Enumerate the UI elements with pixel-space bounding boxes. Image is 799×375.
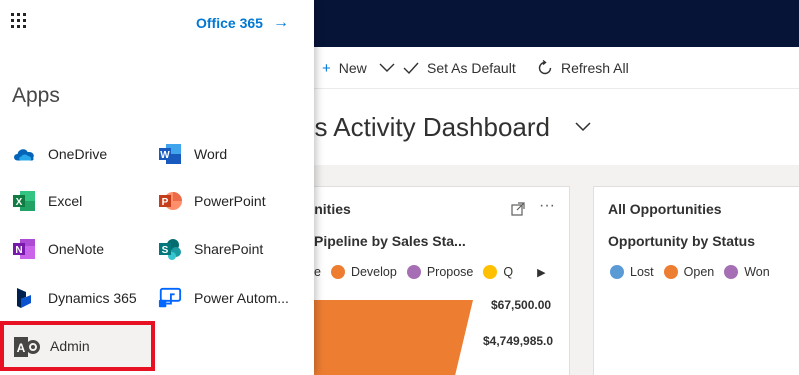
- all-opportunities-card: All Opportunities Opportunity by Status …: [593, 186, 799, 375]
- dynamics-icon: [12, 286, 36, 310]
- new-label: New: [338, 60, 367, 76]
- legend-label: Lost: [630, 265, 654, 279]
- app-tile-onedrive[interactable]: OneDrive: [12, 139, 107, 169]
- apps-heading: Apps: [12, 84, 60, 107]
- set-as-default-label: Set As Default: [427, 60, 516, 76]
- plus-icon: +: [322, 59, 331, 77]
- funnel-value-label: $4,749,985.0: [483, 334, 554, 348]
- app-tile-powerpoint[interactable]: P PowerPoint: [158, 186, 266, 216]
- app-label: Power Autom...: [194, 290, 289, 306]
- legend-item[interactable]: Open: [663, 265, 715, 279]
- app-tile-sharepoint[interactable]: S SharePoint: [158, 234, 263, 264]
- chart-subtitle: Pipeline by Sales Sta...: [314, 233, 466, 249]
- onenote-icon: N: [12, 237, 36, 261]
- svg-text:N: N: [15, 245, 22, 256]
- word-icon: W: [158, 142, 182, 166]
- dashboard-selector-chevron-icon[interactable]: [574, 118, 592, 136]
- svg-text:A: A: [17, 341, 26, 355]
- legend-swatch: [724, 265, 739, 279]
- legend-swatch: [483, 265, 498, 279]
- legend-item[interactable]: Develop: [330, 265, 397, 279]
- legend-item[interactable]: Q: [483, 265, 513, 279]
- legend-swatch: [406, 265, 421, 279]
- app-label: OneNote: [48, 241, 105, 257]
- app-label: PowerPoint: [194, 193, 266, 209]
- legend-next-icon[interactable]: ▶: [537, 266, 545, 279]
- legend-label: e: [314, 265, 321, 279]
- arrow-right-icon: →: [272, 14, 289, 31]
- new-button[interactable]: + New: [322, 47, 395, 89]
- office-365-link[interactable]: Office 365 →: [196, 14, 289, 32]
- legend-label: Q: [503, 265, 514, 279]
- chart-legend: e Develop Propose Q ▶: [314, 265, 546, 279]
- app-tile-power-automate[interactable]: Power Autom...: [158, 283, 289, 313]
- legend-swatch: [663, 265, 678, 279]
- more-options-icon[interactable]: ···: [539, 197, 555, 215]
- svg-text:W: W: [160, 150, 170, 161]
- funnel-value-label: $67,500.00: [491, 298, 552, 312]
- onedrive-icon: [12, 142, 36, 166]
- app-tile-admin[interactable]: A Admin: [0, 321, 155, 371]
- legend-item[interactable]: Lost: [610, 265, 654, 279]
- app-label: Dynamics 365: [48, 290, 137, 306]
- app-tile-word[interactable]: W Word: [158, 139, 227, 169]
- legend-swatch: [330, 265, 345, 279]
- legend-swatch: [610, 265, 624, 279]
- legend-label: Propose: [426, 265, 474, 279]
- svg-text:P: P: [162, 197, 169, 208]
- legend-item[interactable]: Won: [724, 265, 770, 279]
- app-tile-dynamics-365[interactable]: Dynamics 365: [12, 283, 137, 313]
- dashboard-title[interactable]: es Activity Dashboard: [300, 112, 550, 143]
- legend-label: Won: [744, 265, 770, 279]
- app-label: Word: [194, 146, 228, 162]
- app-label: Excel: [48, 193, 83, 209]
- excel-icon: X: [12, 189, 36, 213]
- app-tile-excel[interactable]: X Excel: [12, 186, 82, 216]
- app-label: OneDrive: [48, 146, 108, 162]
- app-label: Admin: [50, 338, 90, 354]
- checkmark-icon: [403, 62, 419, 74]
- chart-subtitle: Opportunity by Status: [608, 233, 755, 249]
- legend-item[interactable]: e: [314, 265, 321, 279]
- svg-text:X: X: [16, 197, 23, 208]
- powerpoint-icon: P: [158, 189, 182, 213]
- card-title: All Opportunities: [608, 201, 722, 217]
- svg-text:S: S: [162, 245, 169, 256]
- legend-label: Open: [683, 265, 715, 279]
- power-automate-icon: [158, 286, 182, 310]
- admin-icon: A: [14, 337, 40, 357]
- refresh-all-button[interactable]: Refresh All: [537, 47, 629, 89]
- app-tile-onenote[interactable]: N OneNote: [12, 234, 104, 264]
- legend-item[interactable]: Propose: [406, 265, 474, 279]
- app-label: SharePoint: [194, 241, 264, 257]
- refresh-all-label: Refresh All: [561, 60, 629, 76]
- expand-icon[interactable]: [511, 202, 525, 216]
- app-launcher-icon[interactable]: [11, 13, 27, 29]
- chevron-down-icon[interactable]: [379, 63, 395, 73]
- chart-legend: Lost Open Won: [610, 265, 780, 279]
- set-as-default-button[interactable]: Set As Default: [403, 47, 516, 89]
- office-365-label: Office 365: [196, 15, 263, 31]
- app-launcher-panel: Office 365 → Apps OneDrive X Excel N One…: [0, 0, 314, 375]
- refresh-icon: [538, 60, 552, 75]
- sharepoint-icon: S: [158, 237, 182, 261]
- legend-label: Develop: [350, 265, 397, 279]
